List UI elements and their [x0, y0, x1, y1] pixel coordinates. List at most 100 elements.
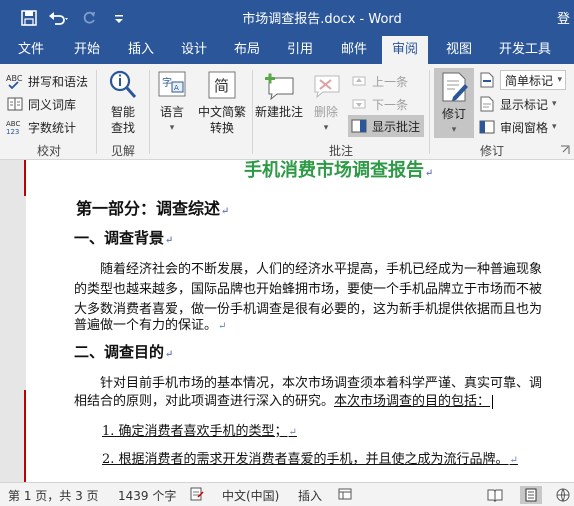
show-markup-button[interactable]: 显示标记 ▾	[478, 93, 557, 115]
reviewing-pane-icon	[478, 118, 496, 136]
svg-text:123: 123	[6, 128, 19, 135]
document-title[interactable]: 手机消费市场调查报告↵	[244, 160, 433, 182]
tab-design[interactable]: 设计	[168, 36, 220, 64]
group-separator	[149, 70, 150, 154]
paragraph-line-text: 相结合的原则，对此项调查进行深入的研究。	[74, 394, 335, 409]
tab-home[interactable]: 开始	[62, 36, 112, 64]
chevron-down-icon: ▾	[557, 75, 562, 85]
list-item[interactable]: 2. 根据消费者的需求开发消费者喜爱的手机，并且使之成为流行品牌。↵	[102, 448, 518, 467]
chevron-down-icon: ▾	[451, 125, 457, 135]
heading-section1[interactable]: 一、调查背景↵	[74, 227, 173, 248]
tab-developer[interactable]: 开发工具	[490, 36, 560, 64]
paragraph-line[interactable]: 针对目前手机市场的基本情况，本次市场调查须本着科学严谨、真实可靠、调	[100, 372, 542, 391]
track-changes-button[interactable]: 修订 ▾	[434, 68, 474, 138]
tab-view[interactable]: 视图	[434, 36, 484, 64]
ribbon-tabs: 文件 开始 插入 设计 布局 引用 邮件 审阅 视图 开发工具	[0, 36, 574, 64]
show-markup-label: 显示标记	[500, 97, 549, 112]
show-comments-button[interactable]: 显示批注	[348, 115, 424, 137]
change-bar	[24, 390, 26, 482]
word-count-indicator[interactable]: 1439 个字	[118, 487, 176, 504]
print-layout-icon[interactable]	[520, 486, 542, 504]
heading-section1-text: 一、调查背景	[74, 229, 165, 247]
group-separator	[252, 70, 253, 154]
tab-mailings[interactable]: 邮件	[328, 36, 380, 64]
list-item[interactable]: 1. 确定消费者喜欢手机的类型；↵	[102, 420, 297, 439]
word-count-label: 字数统计	[28, 120, 77, 135]
macro-recording-icon[interactable]	[338, 487, 352, 501]
chevron-down-icon: ▾	[552, 122, 557, 132]
svg-text:ABC: ABC	[6, 74, 23, 83]
chinese-conversion-label-2: 转换	[209, 121, 234, 135]
tracking-options-launcher-icon[interactable]	[560, 144, 570, 154]
language-indicator[interactable]: 中文(中国)	[222, 487, 279, 504]
spelling-grammar-label: 拼写和语法	[28, 74, 89, 89]
tab-references[interactable]: 引用	[274, 36, 326, 64]
change-bar	[24, 160, 26, 196]
paragraph-mark: ↵	[218, 321, 227, 332]
list-item-text: 2. 根据消费者的需求开发消费者喜爱的手机，并且使之成为流行品牌。	[102, 452, 509, 467]
delete-comment-icon	[309, 68, 343, 102]
tab-review[interactable]: 审阅	[382, 36, 428, 64]
word-count-icon: ABC 123	[6, 118, 24, 136]
thesaurus-label: 同义词库	[28, 97, 77, 112]
ribbon: ABC 拼写和语法 同义词库 ABC 123 字数统计 校对 智能 查找 见解 字…	[0, 64, 574, 160]
language-button[interactable]: 字A 语言 ▾	[154, 68, 190, 136]
heading-part1[interactable]: 第一部分：调查综述↵	[76, 195, 229, 219]
page-indicator[interactable]: 第 1 页，共 3 页	[8, 487, 99, 504]
word-count-button[interactable]: ABC 123 字数统计	[6, 116, 76, 138]
reviewing-pane-label: 审阅窗格	[500, 120, 549, 135]
insert-mode-indicator[interactable]: 插入	[298, 487, 322, 504]
heading-part1-text: 第一部分：调查综述	[76, 199, 221, 218]
group-label-proofing: 校对	[36, 144, 61, 158]
tracked-insertion: 本次市场调查的目的包括：	[334, 394, 491, 409]
spelling-grammar-button[interactable]: ABC 拼写和语法	[6, 70, 88, 92]
paragraph-line[interactable]: 相结合的原则，对此项调查进行深入的研究。本次市场调查的目的包括：	[74, 390, 494, 409]
text-cursor	[492, 394, 494, 409]
thesaurus-button[interactable]: 同义词库	[6, 93, 76, 115]
paragraph-line[interactable]: 的类型也越来越多，国际品牌也开始蜂拥市场，要使一个手机品牌立于市场而不被	[74, 278, 542, 297]
show-comments-icon	[350, 117, 368, 135]
read-mode-icon[interactable]	[484, 486, 506, 504]
svg-text:字: 字	[162, 76, 172, 89]
spelling-check-icon: ABC	[6, 72, 24, 90]
proofing-status-icon[interactable]	[190, 487, 204, 501]
tab-insert[interactable]: 插入	[116, 36, 166, 64]
group-separator	[96, 70, 97, 154]
tab-layout[interactable]: 布局	[222, 36, 272, 64]
reviewing-pane-button[interactable]: 审阅窗格 ▾	[478, 116, 557, 138]
paragraph-line-text: 普遍做一个有力的保证。	[74, 318, 218, 333]
new-comment-icon	[262, 68, 296, 102]
smart-lookup-label-2: 查找	[110, 121, 135, 135]
document-title-text: 手机消费市场调查报告	[244, 160, 424, 181]
new-comment-button[interactable]: 新建批注	[254, 68, 304, 120]
group-label-comments: 批注	[328, 144, 353, 158]
sign-in-link[interactable]: 登	[557, 8, 570, 27]
previous-comment-icon	[350, 72, 368, 90]
chinese-conversion-button[interactable]: 简 中文简繁 转换	[194, 68, 250, 136]
chevron-down-icon: ▾	[552, 99, 557, 109]
markup-mode-dropdown[interactable]: 简单标记 ▾	[478, 69, 566, 91]
heading-section2[interactable]: 二、调查目的↵	[74, 341, 173, 362]
group-separator	[429, 70, 430, 154]
chevron-down-icon: ▾	[323, 123, 329, 133]
smart-lookup-button[interactable]: 智能 查找	[102, 68, 144, 136]
paragraph-mark: ↵	[425, 168, 434, 179]
previous-comment-button[interactable]: 上一条	[350, 70, 408, 92]
previous-comment-label: 上一条	[372, 74, 409, 89]
next-comment-icon	[350, 95, 368, 113]
tab-file[interactable]: 文件	[6, 36, 56, 64]
delete-comment-label: 删除	[313, 105, 338, 119]
paragraph-mark: ↵	[221, 206, 230, 217]
next-comment-button[interactable]: 下一条	[350, 93, 408, 115]
web-layout-icon[interactable]	[552, 486, 574, 504]
svg-text:ABC: ABC	[6, 120, 20, 128]
show-markup-icon	[478, 95, 496, 113]
status-bar: 第 1 页，共 3 页 1439 个字 中文(中国) 插入	[0, 482, 574, 506]
paragraph-mark: ↵	[288, 427, 297, 438]
markup-mode-select[interactable]: 简单标记 ▾	[500, 70, 566, 90]
group-label-tracking: 修订	[479, 144, 504, 158]
delete-comment-button[interactable]: 删除 ▾	[306, 68, 346, 136]
paragraph-line[interactable]: 随着经济社会的不断发展，人们的经济水平提高，手机已经成为一种普遍现象	[100, 258, 542, 277]
markup-mode-value: 简单标记	[505, 73, 554, 88]
paragraph-line[interactable]: 普遍做一个有力的保证。↵	[74, 314, 226, 333]
